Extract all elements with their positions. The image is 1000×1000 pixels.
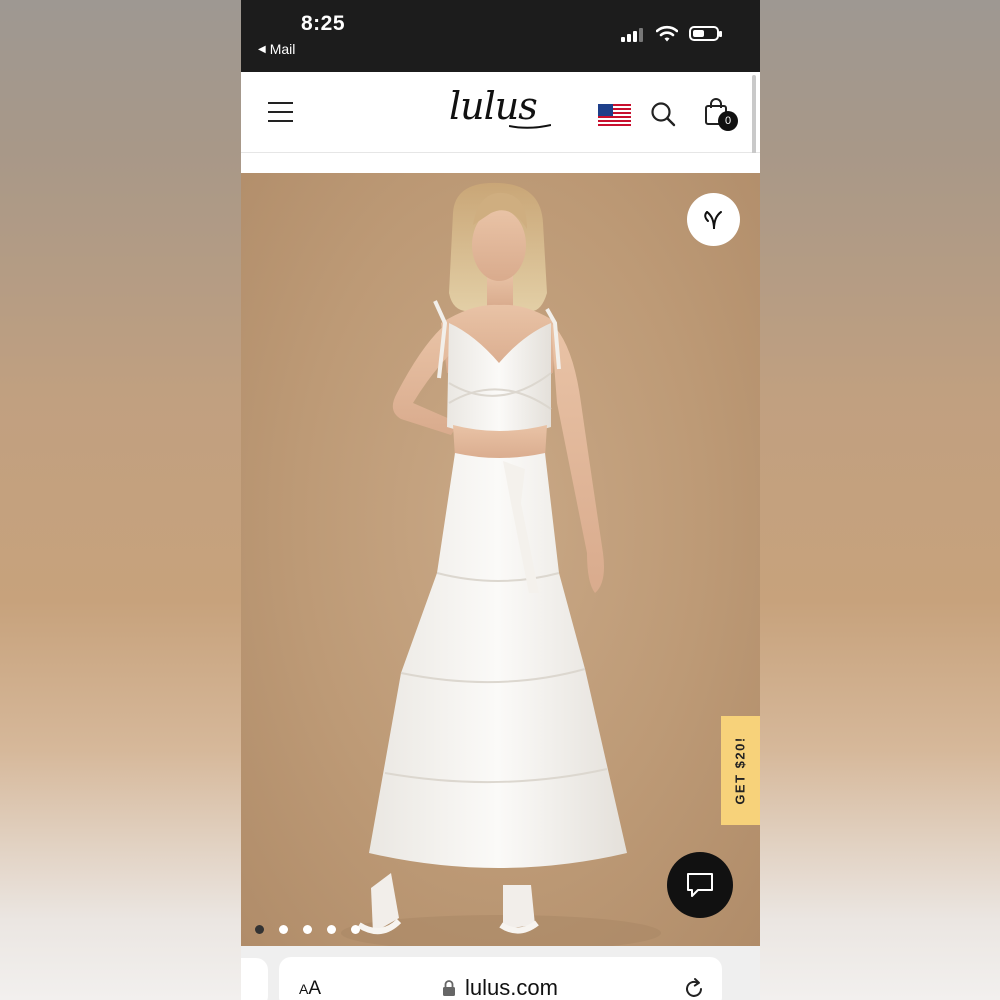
previous-tab-peek[interactable] [241,958,268,1000]
lock-icon [443,980,455,996]
carousel-dots [255,925,360,934]
status-bar: 8:25 ◀ Mail [241,0,760,72]
header-spacer [241,153,760,173]
chat-icon [687,873,713,897]
product-image[interactable]: GET $20! [241,173,760,946]
carousel-dot[interactable] [255,925,264,934]
phone-screen: 8:25 ◀ Mail lulus 0 GET $20! AA lulus.co… [241,0,760,1000]
back-to-app[interactable]: ◀ Mail [258,41,295,57]
url-domain: lulus.com [465,975,558,1000]
carousel-dot[interactable] [351,925,360,934]
background-blur-left [0,0,241,1000]
promo-label: GET $20! [733,736,749,805]
search-icon[interactable] [650,101,676,127]
promo-tab[interactable]: GET $20! [721,716,760,825]
back-arrow-icon: ◀ [258,43,266,55]
logo-swash [509,124,551,129]
status-time: 8:25 [301,12,346,35]
battery-icon [689,26,722,41]
chat-button[interactable] [667,852,733,918]
wishlist-button[interactable] [687,193,740,246]
background-blur-right [760,0,1000,1000]
carousel-dot[interactable] [327,925,336,934]
cart-count-badge: 0 [718,111,738,131]
site-header: lulus 0 [241,72,760,153]
heart-icon [703,210,722,229]
us-flag-icon[interactable] [598,104,631,128]
carousel-dot[interactable] [303,925,312,934]
model-photo [341,182,661,946]
browser-toolbar: AA lulus.com [241,946,760,1000]
reload-icon[interactable] [682,977,706,1000]
cellular-signal-icon [621,28,643,42]
back-app-label: Mail [269,41,296,57]
text-size-button[interactable]: AA [299,978,321,1000]
address-bar[interactable]: AA lulus.com [279,957,722,1000]
menu-icon[interactable] [268,102,293,122]
carousel-dot[interactable] [279,925,288,934]
wifi-icon [656,25,678,42]
